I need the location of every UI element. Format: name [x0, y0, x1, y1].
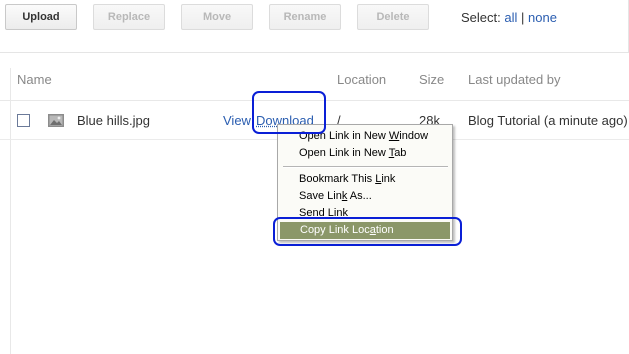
column-header-size[interactable]: Size — [419, 72, 444, 87]
select-label: Select: — [461, 10, 501, 25]
menu-item-label: Bookmark This — [299, 173, 376, 185]
menu-separator — [283, 166, 448, 168]
delete-button[interactable]: Delete — [357, 4, 429, 30]
menu-item-accesskey: W — [388, 130, 400, 142]
menu-item-open-new-tab[interactable]: Open Link in New Tab — [279, 145, 451, 162]
file-name[interactable]: Blue hills.jpg — [77, 113, 150, 128]
column-header-name[interactable]: Name — [17, 72, 52, 87]
select-controls: Select: all | none — [461, 10, 557, 25]
annotation-highlight-download — [252, 91, 326, 134]
menu-item-label: ink — [381, 173, 396, 185]
column-header-updated[interactable]: Last updated by — [468, 72, 561, 87]
column-header-location[interactable]: Location — [337, 72, 386, 87]
view-link[interactable]: View — [223, 113, 251, 128]
move-button[interactable]: Move — [181, 4, 253, 30]
divider — [10, 68, 11, 354]
menu-item-label: ab — [394, 147, 407, 159]
image-icon — [48, 114, 64, 127]
file-updated: Blog Tutorial (a minute ago) — [468, 113, 628, 128]
menu-item-bookmark-link[interactable]: Bookmark This Link — [279, 171, 451, 188]
select-all-link[interactable]: all — [504, 10, 517, 25]
toolbar: Upload Replace Move Rename Delete Select… — [0, 0, 629, 40]
menu-item-label: As... — [347, 190, 372, 202]
menu-item-label: Open Link in New — [299, 147, 389, 159]
row-checkbox[interactable] — [17, 114, 30, 127]
upload-button[interactable]: Upload — [5, 4, 77, 30]
divider — [0, 52, 629, 53]
menu-item-label: indow — [399, 130, 429, 142]
rename-button[interactable]: Rename — [269, 4, 341, 30]
annotation-highlight-copy-link — [273, 217, 462, 246]
replace-button[interactable]: Replace — [93, 4, 165, 30]
menu-item-save-link-as[interactable]: Save Link As... — [279, 188, 451, 205]
select-divider: | — [521, 10, 525, 25]
menu-item-label: Save Lin — [299, 190, 342, 202]
select-none-link[interactable]: none — [528, 10, 557, 25]
